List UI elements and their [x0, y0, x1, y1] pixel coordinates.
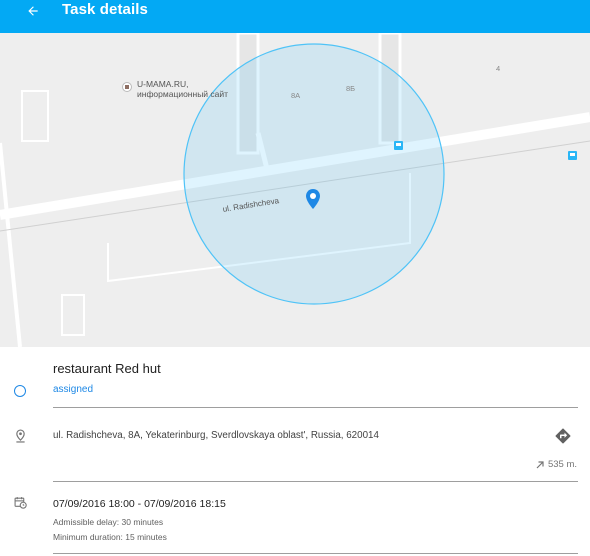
task-status: assigned: [53, 384, 94, 395]
poi-name-line1: U-MAMA.RU,: [137, 79, 189, 89]
bus-stop-icon[interactable]: [394, 141, 403, 150]
task-title: restaurant Red hut: [53, 361, 161, 376]
house-number-8a: 8А: [291, 91, 301, 100]
task-address: ul. Radishcheva, 8A, Yekaterinburg, Sver…: [53, 430, 379, 441]
map-canvas: [0, 33, 590, 347]
directions-button[interactable]: [554, 427, 572, 450]
arrow-up-right-icon: [536, 460, 544, 468]
distance-indicator: 535 m.: [535, 459, 577, 470]
directions-icon: [555, 428, 571, 444]
poi-icon[interactable]: [122, 82, 132, 92]
divider: [53, 407, 578, 408]
admissible-delay: Admissible delay: 30 minutes: [53, 517, 164, 527]
task-details-panel: restaurant Red hut assigned ul. Radishch…: [0, 347, 590, 556]
map-view[interactable]: U-MAMA.RU, информационный сайт 8А 8Б 4 u…: [0, 33, 590, 347]
app-bar: Task details: [0, 0, 590, 33]
time-window: 07/09/2016 18:00 - 07/09/2016 18:15: [53, 498, 226, 510]
house-number-8b: 8Б: [346, 84, 356, 93]
distance-value: 535 m.: [547, 459, 577, 470]
map-building: [61, 294, 85, 336]
minimum-duration: Minimum duration: 15 minutes: [53, 532, 167, 542]
poi-name-line2: информационный сайт: [137, 89, 229, 99]
map-marker-icon: [306, 189, 320, 209]
house-number-4: 4: [496, 64, 501, 73]
poi-label[interactable]: U-MAMA.RU, информационный сайт: [137, 79, 228, 99]
bus-stop-icon[interactable]: [568, 151, 577, 160]
arrow-left-icon: [28, 6, 38, 16]
divider: [53, 481, 578, 482]
status-circle-icon: [14, 385, 26, 397]
page-title: Task details: [62, 1, 148, 18]
location-icon: [16, 429, 25, 443]
back-button[interactable]: [20, 0, 46, 22]
map-building: [21, 90, 49, 142]
calendar-clock-icon: [14, 497, 27, 509]
map-road: [0, 142, 22, 347]
divider: [53, 553, 578, 554]
